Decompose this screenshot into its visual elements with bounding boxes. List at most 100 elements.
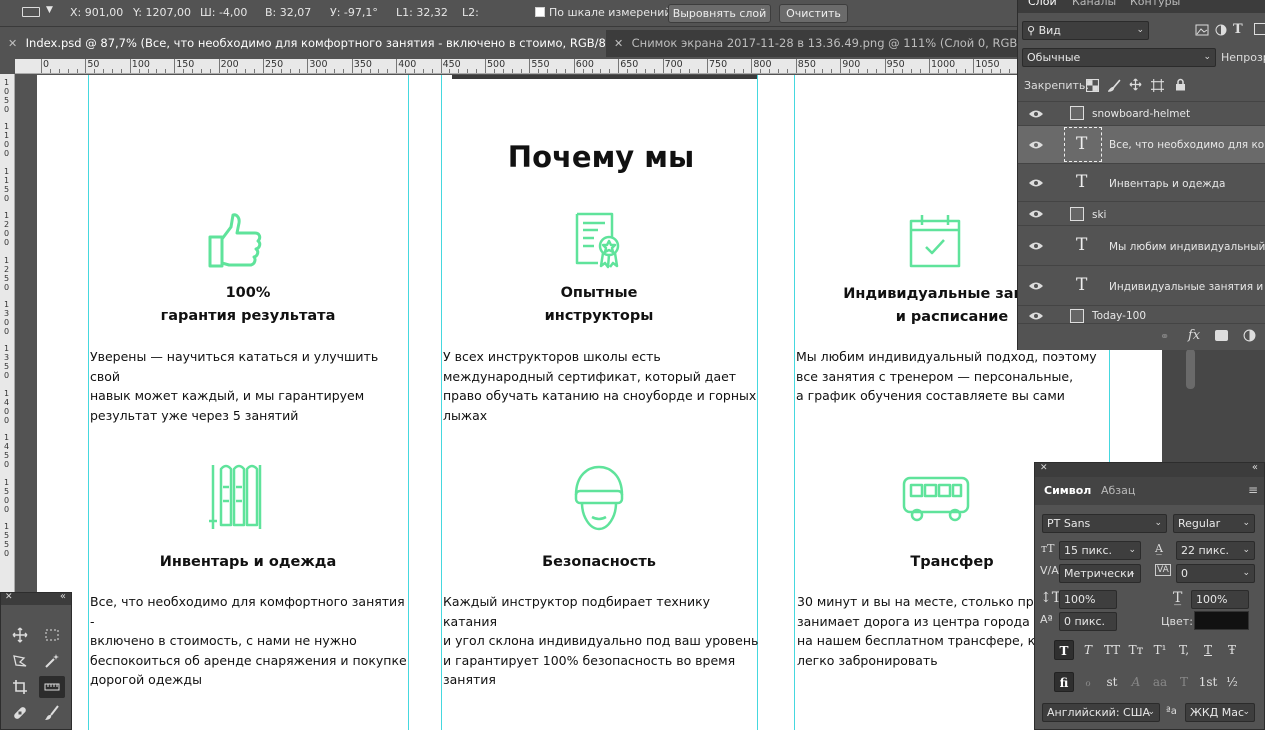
layer-row[interactable]: T Мы любим индивидуальный подход	[1018, 225, 1265, 265]
tab-paragraph[interactable]: Абзац	[1101, 484, 1135, 497]
titling-alternates-button[interactable]: T	[1174, 672, 1194, 692]
add-mask-icon[interactable]	[1215, 330, 1228, 341]
visibility-eye-icon[interactable]	[1028, 178, 1044, 188]
subscript-button[interactable]: T,	[1174, 640, 1194, 660]
leading-select[interactable]: 22 пикс. ⌄	[1176, 541, 1255, 560]
all-caps-button[interactable]: TT	[1102, 640, 1122, 660]
small-caps-button[interactable]: Tт	[1126, 640, 1146, 660]
close-tab-icon[interactable]: ✕	[614, 30, 628, 57]
visibility-eye-icon[interactable]	[1028, 281, 1044, 291]
lock-artboard-icon[interactable]	[1151, 79, 1164, 92]
layer-filter-select[interactable]: ⚲ Вид ⌄	[1022, 21, 1149, 40]
fractions-button[interactable]: ½	[1222, 672, 1242, 692]
layer-row[interactable]: T Инвентарь и одежда	[1018, 163, 1265, 201]
tab-channels[interactable]: Каналы	[1072, 0, 1116, 8]
swash-button[interactable]: A	[1126, 672, 1146, 692]
visibility-eye-icon[interactable]	[1028, 140, 1044, 150]
layer-row[interactable]: T Индивидуальные занятия и расписание	[1018, 265, 1265, 305]
horizontal-ruler: 0 50 100 150 200 250 300 350 400 450 500 550 600 650 7…	[15, 59, 1165, 74]
blend-mode-select[interactable]: Обычные ⌄	[1022, 48, 1216, 67]
fx-icon[interactable]: fx	[1188, 328, 1200, 343]
close-panel-icon[interactable]: ✕	[5, 592, 13, 602]
layer-row[interactable]: snowboard-helmet	[1018, 101, 1265, 125]
contextual-alternates-button[interactable]: st	[1102, 672, 1122, 692]
adjustment-layer-icon[interactable]	[1243, 329, 1256, 342]
vertical-scale-input[interactable]: 100%	[1059, 590, 1117, 609]
underline-button[interactable]: T	[1198, 640, 1218, 660]
strikethrough-button[interactable]: Ŧ	[1222, 640, 1242, 660]
filter-text-icon[interactable]: T	[1233, 22, 1243, 37]
panel-menu-icon[interactable]: ≡	[1248, 483, 1258, 497]
layer-row[interactable]: Today-100	[1018, 305, 1265, 323]
visibility-eye-icon[interactable]	[1028, 109, 1044, 119]
chevron-down-icon: ⌄	[1128, 545, 1136, 555]
ligatures-button[interactable]: fi	[1054, 672, 1074, 692]
ruler-tick	[840, 59, 842, 73]
lock-pixels-brush-icon[interactable]	[1108, 79, 1121, 92]
guide-line[interactable]	[88, 75, 89, 730]
layer-row[interactable]: ski	[1018, 201, 1265, 225]
lasso-tool[interactable]	[7, 650, 33, 672]
layer-row[interactable]: T Все, что необходимо для комфортного за…	[1018, 125, 1265, 163]
filter-image-icon[interactable]	[1195, 24, 1209, 36]
checkbox-box[interactable]	[535, 7, 545, 17]
stylistic-alternates-button[interactable]: aa	[1150, 672, 1170, 692]
ruler-minor-tick	[334, 69, 336, 73]
clear-button[interactable]: Очистить	[779, 4, 848, 23]
tab-index-psd[interactable]: ✕ Index.psd @ 87,7% (Все, что необходимо…	[0, 30, 606, 57]
tool-preset-dropdown-icon[interactable]: ▼	[46, 5, 53, 15]
blend-mode-value: Обычные	[1027, 51, 1081, 64]
marquee-tool[interactable]	[39, 624, 65, 646]
baseline-shift-input[interactable]: 0 пикс.	[1059, 612, 1117, 631]
ruler-label: 150	[176, 59, 195, 70]
tracking-select[interactable]: 0 ⌄	[1176, 564, 1255, 583]
lock-label: Закрепить:	[1024, 79, 1090, 92]
scale-checkbox[interactable]: По шкале измерений	[535, 6, 672, 19]
kerning-select[interactable]: Метрически ⌄	[1059, 564, 1141, 583]
straighten-layer-button[interactable]: Выровнять слой	[668, 4, 771, 23]
tracking-icon: VA	[1155, 564, 1171, 576]
font-family-select[interactable]: PT Sans ⌄	[1042, 514, 1167, 533]
visibility-eye-icon[interactable]	[1028, 209, 1044, 219]
superscript-button[interactable]: T¹	[1150, 640, 1170, 660]
healing-brush-tool[interactable]	[7, 702, 33, 724]
link-layers-icon[interactable]: ⚭	[1160, 330, 1169, 343]
horizontal-scale-input[interactable]: 100%	[1191, 590, 1249, 609]
document-tabs: ✕ Index.psd @ 87,7% (Все, что необходимо…	[0, 30, 1017, 57]
ruler-tool[interactable]	[39, 676, 65, 698]
tab-character[interactable]: Символ	[1044, 484, 1091, 497]
tab-layers[interactable]: Слои	[1028, 0, 1057, 8]
collapse-panel-icon[interactable]: «	[60, 591, 66, 602]
ruler-label: 100	[131, 59, 150, 70]
anti-alias-select[interactable]: ЖКД Мас ⌄	[1185, 703, 1255, 722]
move-tool[interactable]	[7, 624, 33, 646]
ordinals-button[interactable]: 1st	[1198, 672, 1218, 692]
collapse-panel-icon[interactable]: «	[1252, 463, 1258, 473]
scrollbar-thumb[interactable]	[1186, 349, 1195, 389]
crop-tool[interactable]	[7, 676, 33, 698]
document-canvas[interactable]: Почему мы 100% гарантия результата Опытн…	[37, 75, 1162, 730]
ruler-tick	[529, 59, 531, 73]
tab-paths[interactable]: Контуры	[1130, 0, 1180, 8]
filter-adjustment-icon[interactable]	[1215, 24, 1227, 36]
tracking-value: 0	[1181, 567, 1188, 580]
lock-transparent-icon[interactable]	[1086, 79, 1099, 92]
visibility-eye-icon[interactable]	[1028, 311, 1044, 321]
brush-tool[interactable]	[39, 702, 65, 724]
ruler-tool-icon[interactable]	[22, 7, 40, 17]
tab-screenshot[interactable]: ✕ Снимок экрана 2017-11-28 в 13.36.49.pn…	[606, 30, 1017, 57]
close-tab-icon[interactable]: ✕	[8, 30, 22, 57]
language-select[interactable]: Английский: США ⌄	[1042, 703, 1160, 722]
faux-bold-button[interactable]: T	[1054, 640, 1074, 660]
visibility-eye-icon[interactable]	[1028, 241, 1044, 251]
filter-shape-icon[interactable]	[1254, 23, 1265, 35]
font-size-select[interactable]: 15 пикс. ⌄	[1059, 541, 1141, 560]
font-style-select[interactable]: Regular ⌄	[1173, 514, 1255, 533]
close-panel-icon[interactable]: ✕	[1040, 463, 1048, 473]
discretionary-ligatures-button[interactable]: ℴ	[1078, 672, 1098, 692]
magic-wand-tool[interactable]	[39, 650, 65, 672]
text-color-swatch[interactable]	[1194, 611, 1249, 630]
faux-italic-button[interactable]: T	[1078, 640, 1098, 660]
lock-position-move-icon[interactable]	[1129, 78, 1142, 91]
lock-all-icon[interactable]	[1174, 78, 1187, 91]
